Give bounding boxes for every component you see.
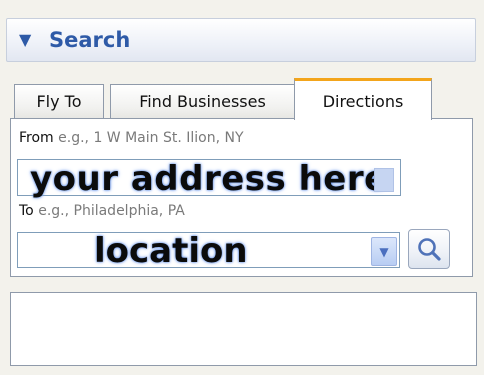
from-label: From e.g., 1 W Main St. Ilion, NY (19, 130, 244, 146)
results-panel (10, 292, 477, 366)
from-input[interactable]: your address here (17, 159, 401, 199)
to-hint: e.g., Philadelphia, PA (38, 203, 185, 219)
from-hint: e.g., 1 W Main St. Ilion, NY (58, 130, 244, 146)
search-button[interactable] (408, 229, 450, 269)
panel-title: Search (49, 28, 131, 52)
tab-fly-to[interactable]: Fly To (14, 84, 104, 118)
from-input-value: your address here (30, 159, 388, 199)
tab-label: Fly To (36, 92, 82, 111)
tab-directions[interactable]: Directions (294, 78, 432, 120)
to-label: To e.g., Philadelphia, PA (19, 203, 185, 219)
search-panel-header[interactable]: ▼ Search (6, 18, 476, 62)
to-input[interactable]: location ▼ (17, 231, 400, 271)
from-dropdown-icon[interactable] (374, 168, 394, 192)
tab-label: Find Businesses (139, 92, 266, 111)
collapse-arrow-icon[interactable]: ▼ (19, 30, 31, 49)
search-icon (418, 238, 441, 261)
tab-find-businesses[interactable]: Find Businesses (110, 84, 295, 118)
chevron-down-icon[interactable]: ▼ (371, 237, 397, 266)
directions-form: From e.g., 1 W Main St. Ilion, NY your a… (10, 118, 473, 277)
tab-label: Directions (322, 92, 404, 111)
to-input-value: location (94, 231, 248, 271)
